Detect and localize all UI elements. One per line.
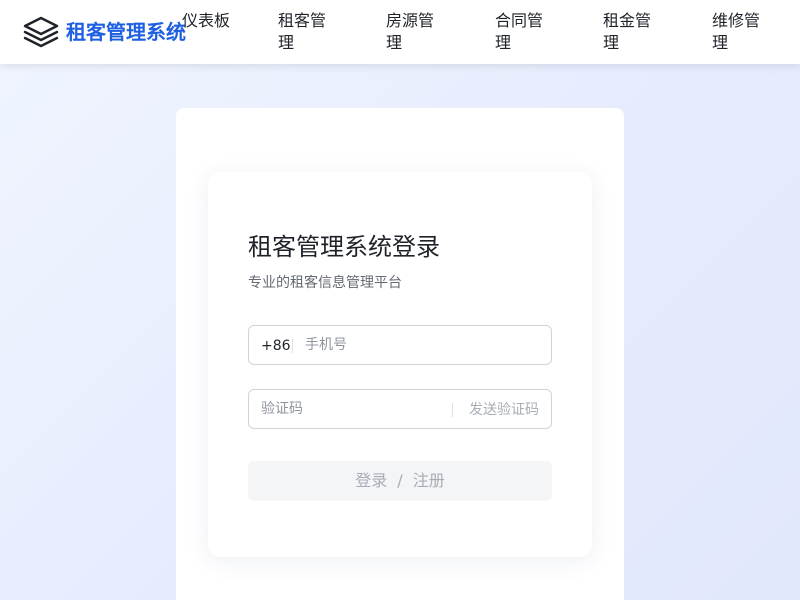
country-code-prefix[interactable]: +86 bbox=[261, 336, 291, 356]
nav-item-properties[interactable]: 房源管理 bbox=[386, 10, 436, 54]
send-code-button[interactable]: 发送验证码 bbox=[469, 400, 539, 420]
nav-item-contracts[interactable]: 合同管理 bbox=[495, 10, 545, 54]
phone-input[interactable] bbox=[305, 327, 541, 363]
login-register-button[interactable]: 登录 / 注册 bbox=[248, 461, 552, 501]
nav-item-dashboard[interactable]: 仪表板 bbox=[182, 10, 232, 32]
layers-icon[interactable] bbox=[22, 14, 60, 50]
verification-code-input[interactable] bbox=[261, 391, 441, 427]
login-title: 租客管理系统登录 bbox=[248, 233, 440, 261]
prefix-divider bbox=[292, 339, 293, 353]
verification-code-field[interactable]: 发送验证码 bbox=[248, 389, 552, 429]
phone-field[interactable]: +86 bbox=[248, 325, 552, 365]
register-label: 注册 bbox=[412, 471, 445, 490]
login-card: 租客管理系统登录 专业的租客信息管理平台 +86 发送验证码 登录 / 注册 bbox=[208, 172, 592, 557]
nav-item-maintenance[interactable]: 维修管理 bbox=[712, 10, 762, 54]
login-label: 登录 bbox=[355, 471, 388, 490]
nav-item-rent[interactable]: 租金管理 bbox=[603, 10, 653, 54]
top-nav-bar: 租客管理系统 仪表板 租客管理 房源管理 合同管理 租金管理 维修管理 bbox=[0, 0, 800, 64]
code-divider bbox=[452, 403, 453, 417]
login-subtitle: 专业的租客信息管理平台 bbox=[248, 275, 402, 291]
brand-title[interactable]: 租客管理系统 bbox=[66, 18, 186, 46]
label-separator: / bbox=[397, 471, 403, 490]
nav-item-tenants[interactable]: 租客管理 bbox=[278, 10, 328, 54]
